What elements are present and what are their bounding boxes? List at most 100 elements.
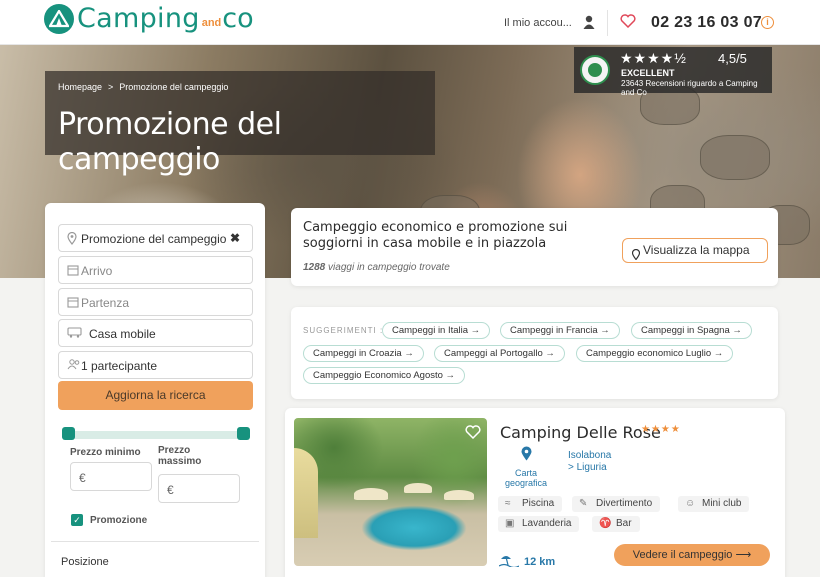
breadcrumb-current: Promozione del campeggio bbox=[119, 82, 229, 92]
departure-field[interactable]: Partenza bbox=[58, 288, 253, 316]
amenity-label: Piscina bbox=[522, 498, 555, 509]
region-link[interactable]: > Liguria bbox=[568, 462, 607, 473]
camping-stars: ★★★★ bbox=[641, 424, 681, 435]
favorite-heart-icon[interactable] bbox=[465, 425, 481, 444]
suggestion-chip[interactable]: Campeggi in Francia → bbox=[500, 322, 620, 339]
price-min-input[interactable]: € bbox=[70, 462, 152, 491]
hero-title-box: Homepage > Promozione del campeggio Prom… bbox=[45, 71, 435, 177]
location-pin-icon bbox=[67, 231, 79, 245]
cocktail-icon: ♈ bbox=[599, 518, 612, 529]
results-count-number: 1288 bbox=[303, 262, 326, 273]
info-icon[interactable]: i bbox=[761, 16, 774, 29]
amenity-label: Mini club bbox=[702, 498, 742, 509]
review-badge-icon bbox=[580, 55, 610, 85]
price-max-label: Prezzo massimo bbox=[158, 445, 202, 467]
participants-field[interactable]: 1 partecipante bbox=[58, 351, 253, 379]
amenity-label: Divertimento bbox=[596, 498, 653, 509]
mobile-home-icon bbox=[67, 327, 83, 339]
accommodation-field[interactable]: Casa mobile bbox=[58, 319, 253, 347]
suggestion-chip[interactable]: Campeggi in Italia → bbox=[382, 322, 491, 339]
map-pin-icon bbox=[631, 245, 641, 267]
view-map-button[interactable]: Visualizza la mappa bbox=[622, 238, 768, 263]
price-slider[interactable] bbox=[62, 427, 250, 440]
photo-detail bbox=[404, 483, 432, 493]
price-slider-max-handle[interactable] bbox=[237, 427, 250, 440]
amenity-pool: ≈ Piscina bbox=[498, 496, 563, 512]
town-link[interactable]: Isolabona bbox=[568, 450, 611, 461]
pool-icon: ≈ bbox=[505, 498, 511, 509]
heart-icon[interactable] bbox=[620, 14, 636, 33]
review-widget[interactable]: ★★★★½ 4,5/5 EXCELLENT 23643 Recensioni r… bbox=[574, 47, 772, 97]
logo-co: co bbox=[222, 3, 254, 34]
destination-field[interactable]: Promozione del campeggio ✖ bbox=[58, 224, 253, 252]
photo-detail bbox=[294, 448, 318, 538]
map-pin-icon bbox=[521, 446, 531, 461]
logo-text: Camping bbox=[77, 3, 200, 34]
clear-icon[interactable]: ✖ bbox=[230, 231, 240, 245]
rating-label: EXCELLENT bbox=[621, 68, 675, 78]
beach-icon bbox=[498, 553, 520, 570]
price-slider-min-handle[interactable] bbox=[62, 427, 75, 440]
amenity-label: Lavanderia bbox=[522, 518, 572, 529]
euro-symbol: € bbox=[79, 471, 86, 485]
suggestions-box: SUGGERIMENTI : Campeggi in Italia → Camp… bbox=[291, 307, 778, 399]
promotion-checkbox[interactable]: ✓ bbox=[71, 514, 83, 526]
accommodation-value: Casa mobile bbox=[89, 327, 156, 341]
suggestion-chip[interactable]: Campeggio economico Luglio → bbox=[576, 345, 734, 362]
euro-symbol: € bbox=[167, 483, 174, 497]
see-camping-button[interactable]: Vedere il campeggio ⟶ bbox=[614, 544, 770, 566]
account-link[interactable]: Il mio accou... bbox=[504, 17, 572, 29]
review-count: 23643 Recensioni riguardo a Camping and … bbox=[621, 79, 758, 97]
amenity-laundry: ▣ Lavanderia bbox=[498, 516, 580, 532]
search-sidebar: Promozione del campeggio ✖ Arrivo Parten… bbox=[45, 203, 265, 577]
listing-card[interactable]: Camping Delle Rose ★★★★ Carta geografica… bbox=[285, 408, 785, 577]
results-summary: Campeggio economico e promozione sui sog… bbox=[291, 208, 778, 286]
results-title: Campeggio economico e promozione sui sog… bbox=[303, 220, 568, 251]
results-count: 1288 viaggi in campeggio trovate bbox=[303, 262, 450, 273]
user-icon[interactable] bbox=[583, 15, 595, 34]
price-min-label: Prezzo minimo bbox=[70, 447, 141, 458]
calendar-icon bbox=[67, 296, 79, 308]
departure-placeholder: Partenza bbox=[81, 296, 130, 310]
amenity-bar: ♈ Bar bbox=[592, 516, 640, 532]
kids-icon: ☺ bbox=[685, 498, 696, 509]
amenity-entertainment: ✎ Divertimento bbox=[572, 496, 661, 512]
amenity-label: Bar bbox=[616, 518, 632, 529]
laundry-icon: ▣ bbox=[505, 518, 515, 529]
map-link[interactable]: Carta geografica bbox=[499, 446, 553, 488]
phone-number[interactable]: 02 23 16 03 07 bbox=[651, 14, 762, 32]
camping-photo[interactable] bbox=[294, 418, 487, 566]
arrival-field[interactable]: Arrivo bbox=[58, 256, 253, 284]
suggestion-chip[interactable]: Campeggi in Croazia → bbox=[303, 345, 424, 362]
suggestion-chip[interactable]: Campeggi in Spagna → bbox=[631, 322, 752, 339]
breadcrumb-home[interactable]: Homepage bbox=[58, 82, 102, 92]
suggestion-chip[interactable]: Campeggio Economico Agosto → bbox=[303, 367, 466, 384]
chevron-right-icon: > bbox=[108, 82, 114, 92]
promotion-label: Promozione bbox=[90, 515, 148, 526]
entertainment-icon: ✎ bbox=[579, 498, 588, 509]
site-header: Camping and co Il mio accou... 02 23 16 … bbox=[0, 0, 820, 45]
calendar-icon bbox=[67, 264, 79, 276]
breadcrumb: Homepage > Promozione del campeggio bbox=[58, 82, 228, 92]
photo-detail bbox=[444, 490, 474, 500]
suggestions-label: SUGGERIMENTI : bbox=[303, 326, 384, 335]
rating-score: 4,5/5 bbox=[718, 51, 747, 66]
camping-name[interactable]: Camping Delle Rose bbox=[500, 423, 661, 442]
rating-stars: ★★★★½ bbox=[620, 50, 687, 66]
view-map-label: Visualizza la mappa bbox=[643, 243, 750, 257]
tent-icon bbox=[44, 3, 74, 34]
logo-and: and bbox=[201, 16, 222, 29]
destination-value: Promozione del campeggio bbox=[81, 232, 227, 246]
participants-value: 1 partecipante bbox=[81, 359, 158, 373]
suggestion-chip[interactable]: Campeggi al Portogallo → bbox=[434, 345, 565, 362]
amenity-miniclub: ☺ Mini club bbox=[678, 496, 750, 512]
update-search-button[interactable]: Aggiorna la ricerca bbox=[58, 381, 253, 410]
photo-detail bbox=[354, 488, 388, 500]
hero-decor bbox=[700, 135, 770, 180]
page-title: Promozione del campeggio bbox=[58, 107, 282, 177]
results-count-text: viaggi in campeggio trovate bbox=[328, 262, 450, 273]
logo[interactable]: Camping and co bbox=[44, 3, 254, 34]
position-filter-label[interactable]: Posizione bbox=[61, 556, 109, 568]
header-divider bbox=[607, 10, 608, 36]
price-max-input[interactable]: € bbox=[158, 474, 240, 503]
